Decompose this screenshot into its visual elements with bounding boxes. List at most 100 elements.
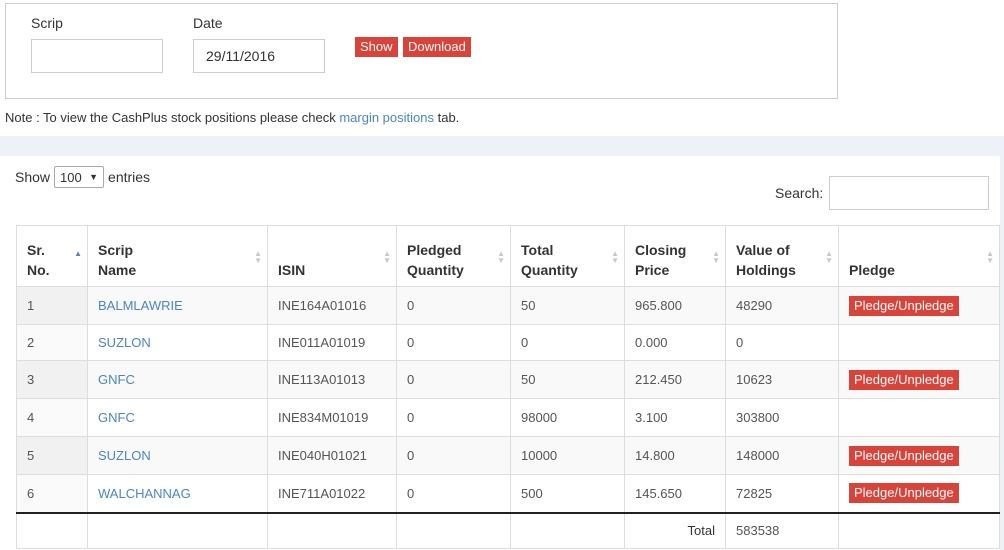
cell-value: 148000 bbox=[725, 436, 839, 475]
scrip-label: Scrip bbox=[31, 15, 63, 31]
cell-scrip: BALMLAWRIE bbox=[87, 286, 268, 325]
sort-icon: ▲ ▼ bbox=[611, 249, 619, 265]
cell-price: 3.100 bbox=[624, 398, 726, 437]
search-label: Search: bbox=[775, 185, 824, 201]
cell-sr: 4 bbox=[16, 398, 88, 437]
cell-isin: INE834M01019 bbox=[267, 398, 397, 437]
note-prefix: Note : To view the CashPlus stock positi… bbox=[5, 110, 340, 125]
scrip-link[interactable]: SUZLON bbox=[98, 335, 151, 350]
cell-pledged: 0 bbox=[396, 436, 511, 475]
show-button[interactable]: Show bbox=[355, 37, 398, 57]
pledge-unpledge-button[interactable]: Pledge/Unpledge bbox=[849, 369, 959, 390]
pledge-unpledge-button[interactable]: Pledge/Unpledge bbox=[849, 483, 959, 504]
cell-price: 145.650 bbox=[624, 474, 726, 513]
cell-scrip: WALCHANNAG bbox=[87, 474, 268, 513]
cell-pledge: Pledge/Unpledge bbox=[838, 286, 1000, 325]
cell-pledged: 0 bbox=[396, 398, 511, 437]
cell-scrip: SUZLON bbox=[87, 436, 268, 475]
col-header-label: ISIN bbox=[278, 262, 306, 278]
col-header-pledge[interactable]: Pledge ▲ ▼ bbox=[838, 225, 1000, 287]
scrip-link[interactable]: GNFC bbox=[98, 410, 135, 425]
cell-total: 50 bbox=[510, 360, 625, 399]
date-input[interactable]: 29/11/2016 bbox=[193, 39, 325, 73]
total-empty-cell bbox=[16, 511, 88, 549]
cell-price: 0.000 bbox=[624, 324, 726, 361]
cell-total: 500 bbox=[510, 474, 625, 513]
note-text: Note : To view the CashPlus stock positi… bbox=[5, 110, 459, 125]
cell-pledge: Pledge/Unpledge bbox=[838, 474, 1000, 513]
scrip-link[interactable]: BALMLAWRIE bbox=[98, 298, 183, 313]
show-label: Show bbox=[15, 169, 51, 185]
pledge-unpledge-button[interactable]: Pledge/Unpledge bbox=[849, 295, 959, 316]
cell-pledge: Pledge/Unpledge bbox=[838, 360, 1000, 399]
total-empty-cell bbox=[510, 511, 625, 549]
search-input[interactable] bbox=[829, 176, 990, 210]
cell-pledge bbox=[838, 324, 1000, 361]
cell-value: 303800 bbox=[725, 398, 839, 437]
cell-value: 72825 bbox=[725, 474, 839, 513]
download-button[interactable]: Download bbox=[403, 37, 471, 57]
cell-scrip: SUZLON bbox=[87, 324, 268, 361]
col-header-isin[interactable]: ISIN ▲ ▼ bbox=[267, 225, 397, 287]
col-header-scrip-name[interactable]: Scrip Name ▲ ▼ bbox=[87, 225, 268, 287]
col-header-closing-price[interactable]: Closing Price ▲ ▼ bbox=[624, 225, 726, 287]
scrip-link[interactable]: GNFC bbox=[98, 372, 135, 387]
entries-select[interactable]: 100 ▼ bbox=[54, 166, 105, 188]
entries-label: entries bbox=[108, 169, 151, 185]
table-row: 5 SUZLON INE040H01021 0 10000 14.800 148000 Ple… bbox=[16, 436, 1000, 475]
cell-price: 965.800 bbox=[624, 286, 726, 325]
cell-pledge bbox=[838, 398, 1000, 437]
col-header-pledged-quantity[interactable]: Pledged Quantity ▲ ▼ bbox=[396, 225, 511, 287]
scrip-link[interactable]: SUZLON bbox=[98, 448, 151, 463]
table-row: 2 SUZLON INE011A01019 0 0 0.000 0 bbox=[16, 324, 1000, 361]
cell-pledged: 0 bbox=[396, 474, 511, 513]
total-empty-cell bbox=[267, 511, 397, 549]
cell-sr: 2 bbox=[16, 324, 88, 361]
cell-total: 10000 bbox=[510, 436, 625, 475]
scrip-link[interactable]: WALCHANNAG bbox=[98, 486, 191, 501]
cell-total: 98000 bbox=[510, 398, 625, 437]
cell-scrip: GNFC bbox=[87, 360, 268, 399]
col-header-label: Sr. No. bbox=[27, 242, 50, 278]
sort-ascending-icon: ▲ bbox=[74, 249, 82, 258]
date-label: Date bbox=[193, 15, 223, 31]
filter-panel: Scrip Date 29/11/2016 Show Download bbox=[5, 3, 838, 99]
total-label: Total bbox=[624, 511, 726, 549]
sort-icon: ▲ ▼ bbox=[825, 249, 833, 265]
col-header-total-quantity[interactable]: Total Quantity ▲ ▼ bbox=[510, 225, 625, 287]
cell-price: 212.450 bbox=[624, 360, 726, 399]
cell-value: 10623 bbox=[725, 360, 839, 399]
table-row: 3 GNFC INE113A01013 0 50 212.450 10623 Pledge/U… bbox=[16, 360, 1000, 399]
cell-sr: 1 bbox=[16, 286, 88, 325]
col-header-sr-no[interactable]: Sr. No. ▲ bbox=[16, 225, 88, 287]
total-empty-cell bbox=[87, 511, 268, 549]
cell-sr: 6 bbox=[16, 474, 88, 513]
col-header-label: Scrip Name bbox=[98, 242, 137, 278]
cell-pledged: 0 bbox=[396, 286, 511, 325]
sort-icon: ▲ ▼ bbox=[712, 249, 720, 265]
entries-select-value: 100 bbox=[60, 169, 82, 185]
cell-value: 48290 bbox=[725, 286, 839, 325]
col-header-label: Pledge bbox=[849, 262, 895, 278]
col-header-value-of-holdings[interactable]: Value of Holdings ▲ ▼ bbox=[725, 225, 839, 287]
total-empty-cell bbox=[396, 511, 511, 549]
sort-icon: ▲ ▼ bbox=[986, 249, 994, 265]
cell-isin: INE113A01013 bbox=[267, 360, 397, 399]
table-row: 4 GNFC INE834M01019 0 98000 3.100 303800 bbox=[16, 398, 1000, 437]
cell-price: 14.800 bbox=[624, 436, 726, 475]
margin-positions-link[interactable]: margin positions bbox=[339, 110, 434, 125]
pledge-unpledge-button[interactable]: Pledge/Unpledge bbox=[849, 445, 959, 466]
scrip-input[interactable] bbox=[31, 39, 163, 73]
col-header-label: Value of Holdings bbox=[736, 242, 796, 278]
col-header-label: Closing Price bbox=[635, 242, 687, 278]
sort-icon: ▲ ▼ bbox=[497, 249, 505, 265]
cell-pledge: Pledge/Unpledge bbox=[838, 436, 1000, 475]
note-suffix: tab. bbox=[433, 110, 460, 125]
cell-sr: 5 bbox=[16, 436, 88, 475]
cell-isin: INE164A01016 bbox=[267, 286, 397, 325]
cell-value: 0 bbox=[725, 324, 839, 361]
table-row: 1 BALMLAWRIE INE164A01016 0 50 965.800 48290 Pl… bbox=[16, 286, 1000, 325]
cell-pledged: 0 bbox=[396, 324, 511, 361]
col-header-label: Total Quantity bbox=[521, 242, 578, 278]
dropdown-arrow-icon: ▼ bbox=[89, 172, 99, 182]
